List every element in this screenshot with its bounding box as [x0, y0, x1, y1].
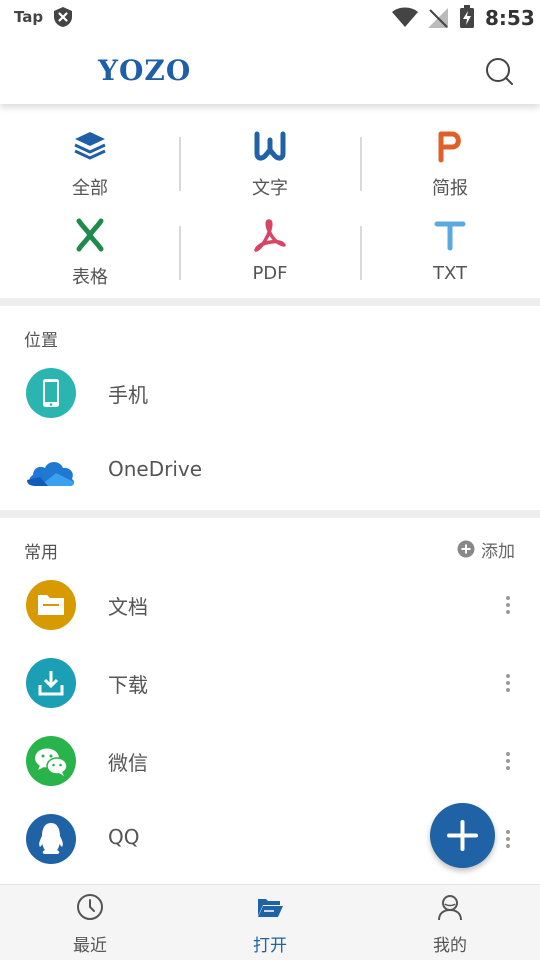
section-divider: [0, 298, 540, 306]
new-document-fab[interactable]: [430, 803, 495, 868]
no-signal-icon: [428, 8, 448, 28]
favorite-item-downloads[interactable]: 下载: [0, 644, 540, 722]
battery-charging-icon: [460, 5, 474, 28]
folder-icon: [26, 580, 76, 630]
category-label: 文字: [252, 178, 288, 199]
category-label: PDF: [252, 263, 288, 284]
presentation-p-icon: [438, 131, 461, 163]
category-label: 简报: [432, 178, 468, 199]
nav-recent[interactable]: 最近: [0, 885, 180, 960]
search-icon[interactable]: [482, 54, 516, 88]
category-label: 表格: [72, 267, 108, 288]
favorite-label: QQ: [108, 825, 140, 849]
screen: Tap 8:53 YOZO 全部 文字 简报 表格 PDF TXT 位置 手机 …: [0, 0, 540, 960]
download-icon: [26, 658, 76, 708]
more-vertical-icon[interactable]: [499, 826, 517, 852]
section-divider: [0, 510, 540, 518]
location-label: 手机: [108, 383, 148, 407]
favorite-label: 下载: [108, 673, 148, 697]
file-type-grid: 全部 文字 简报 表格 PDF TXT: [0, 120, 540, 300]
divider: [179, 137, 181, 191]
category-presentation[interactable]: 简报: [360, 120, 540, 208]
qq-penguin-icon: [26, 814, 76, 864]
status-carrier-text: Tap: [14, 8, 44, 26]
more-vertical-icon[interactable]: [499, 592, 517, 618]
layers-icon: [74, 132, 106, 160]
location-label: OneDrive: [108, 457, 203, 481]
nav-label: 最近: [73, 936, 107, 956]
category-label: TXT: [432, 263, 467, 284]
favorites-title: 常用: [24, 543, 58, 563]
shield-icon: [54, 7, 72, 27]
phone-icon: [26, 368, 76, 418]
status-time: 8:53: [485, 6, 535, 30]
favorite-label: 文档: [108, 595, 148, 619]
nav-mine[interactable]: 我的: [360, 885, 540, 960]
divider: [360, 137, 362, 191]
divider: [360, 226, 362, 280]
favorite-item-wechat[interactable]: 微信: [0, 722, 540, 800]
category-label: 全部: [72, 178, 108, 199]
open-folder-icon: [258, 899, 283, 917]
app-header: YOZO: [0, 36, 540, 104]
yozo-logo: YOZO: [98, 54, 192, 87]
favorite-item-documents[interactable]: 文档: [0, 566, 540, 644]
location-item-phone[interactable]: 手机: [0, 354, 540, 432]
nav-open[interactable]: 打开: [180, 885, 360, 960]
add-favorite-label: 添加: [481, 541, 515, 562]
category-txt[interactable]: TXT: [360, 209, 540, 297]
more-vertical-icon[interactable]: [499, 670, 517, 696]
pdf-icon: [254, 219, 286, 252]
locations-title: 位置: [24, 331, 58, 351]
add-circle-icon: [457, 540, 475, 558]
word-w-icon: [254, 131, 286, 161]
nav-label: 我的: [433, 936, 467, 956]
category-all[interactable]: 全部: [0, 120, 180, 208]
category-spreadsheet[interactable]: 表格: [0, 209, 180, 297]
divider: [179, 226, 181, 280]
user-icon: [438, 895, 462, 921]
wifi-icon: [392, 7, 418, 27]
nav-label: 打开: [253, 936, 287, 956]
bottom-navigation: 最近 打开 我的: [0, 884, 540, 960]
spreadsheet-x-icon: [76, 218, 104, 252]
text-t-icon: [434, 221, 466, 251]
favorite-label: 微信: [108, 751, 148, 775]
category-word[interactable]: 文字: [180, 120, 360, 208]
more-vertical-icon[interactable]: [499, 748, 517, 774]
clock-icon: [77, 894, 103, 920]
category-pdf[interactable]: PDF: [180, 209, 360, 297]
wechat-icon: [26, 736, 76, 786]
location-item-onedrive[interactable]: OneDrive: [0, 432, 540, 510]
status-bar: Tap 8:53: [0, 0, 540, 36]
plus-icon: [447, 820, 478, 851]
onedrive-cloud-icon: [26, 446, 76, 496]
add-favorite-button[interactable]: 添加: [457, 538, 515, 562]
